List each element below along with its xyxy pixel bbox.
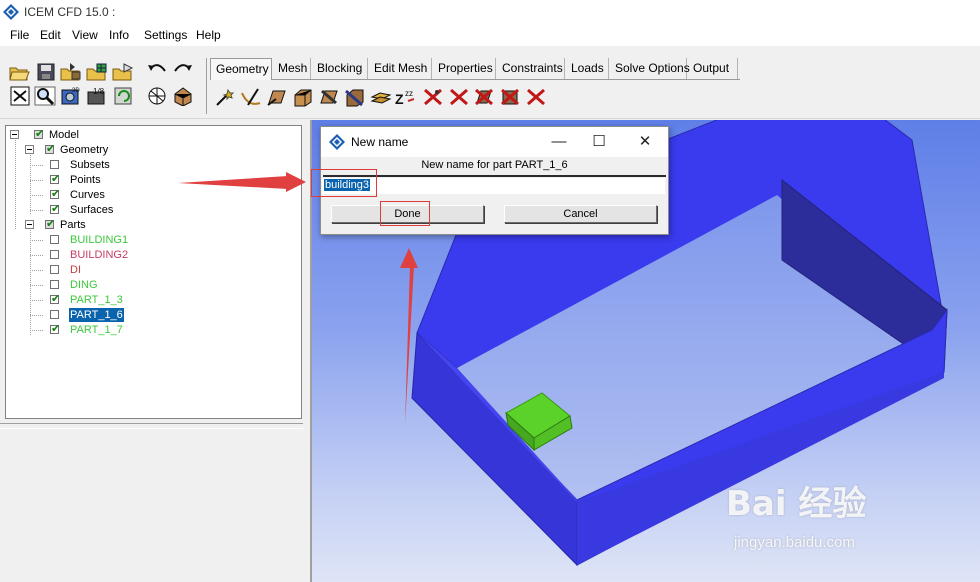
highlight-box-input bbox=[311, 169, 377, 197]
watermark-url: jingyan.baidu.com bbox=[734, 534, 855, 551]
dialog-title-bar: New name — ☐ ✕ bbox=[321, 127, 668, 157]
highlight-box-done bbox=[380, 201, 430, 226]
cancel-button[interactable]: Cancel bbox=[504, 205, 657, 223]
minimize-icon[interactable]: — bbox=[544, 131, 574, 153]
arrow-annotation-horizontal bbox=[178, 172, 306, 192]
maximize-icon[interactable]: ☐ bbox=[584, 131, 614, 153]
dialog-title: New name bbox=[351, 135, 409, 149]
dialog-app-icon bbox=[329, 134, 345, 150]
close-icon[interactable]: ✕ bbox=[630, 131, 660, 153]
watermark: Bai 经验 jingyan.baidu.com bbox=[726, 476, 916, 556]
arrow-annotation-vertical bbox=[400, 248, 418, 425]
watermark-logo: Bai 经验 bbox=[726, 484, 867, 524]
